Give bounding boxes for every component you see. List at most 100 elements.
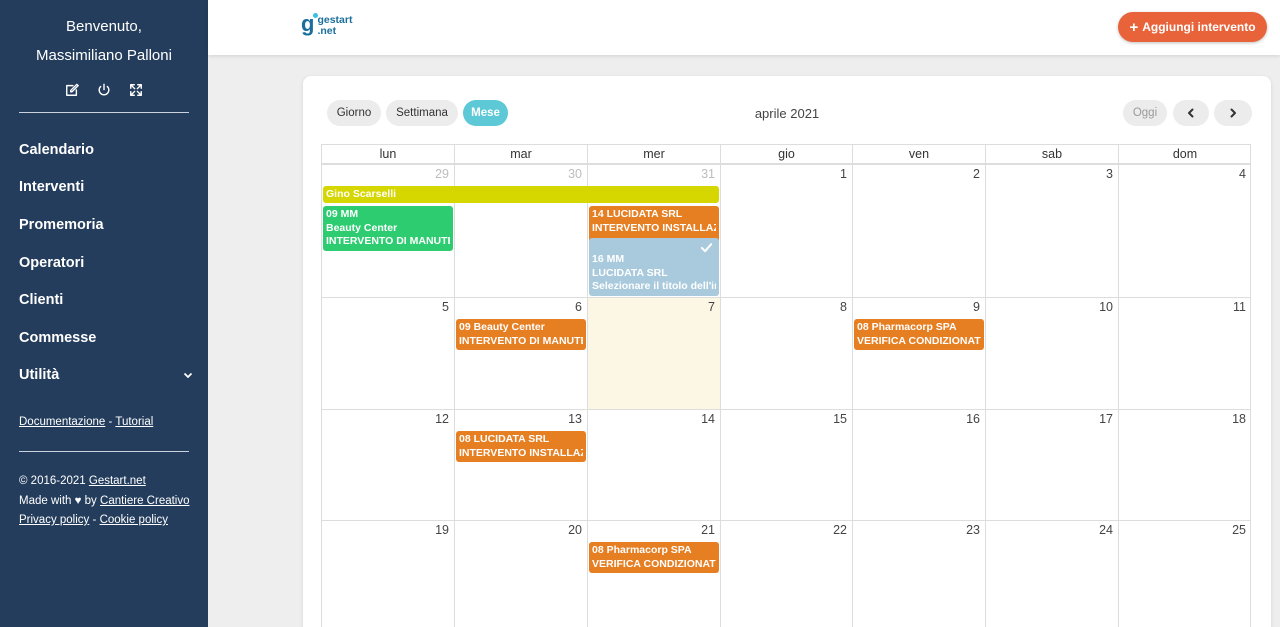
calendar-day-cell[interactable]: 20 — [454, 520, 587, 627]
calendar-day-cell[interactable]: 1 — [720, 164, 852, 297]
weekday-header-cell: dom — [1118, 144, 1251, 164]
event-text: INTERVENTO INSTALLAZIONE — [592, 221, 716, 234]
calendar-day-cell[interactable]: 19 — [321, 520, 454, 627]
view-week-button[interactable]: Settimana — [386, 100, 458, 126]
calendar-day-cell[interactable]: 17 — [985, 409, 1118, 520]
add-intervention-label: Aggiungi intervento — [1142, 20, 1256, 34]
event-text: 08 Pharmacorp SPA — [857, 321, 957, 333]
next-month-button[interactable] — [1214, 100, 1252, 126]
calendar-day-cell[interactable]: 22 — [720, 520, 852, 627]
calendar-day-cell[interactable]: 15 — [720, 409, 852, 520]
day-number: 10 — [1099, 300, 1113, 314]
calendar-event[interactable]: 08 Pharmacorp SPAVERIFICA CONDIZIONATORE — [854, 319, 984, 350]
author-link[interactable]: Cantiere Creativo — [100, 495, 189, 507]
sidebar-item-calendario[interactable]: Calendario — [0, 131, 208, 169]
add-intervention-button[interactable]: + Aggiungi intervento — [1118, 12, 1267, 42]
sidebar-item-operatori[interactable]: Operatori — [0, 244, 208, 282]
day-number: 25 — [1232, 523, 1246, 537]
day-number: 15 — [833, 412, 847, 426]
logo-text: gestart .net — [317, 14, 353, 37]
sidebar-tools — [0, 82, 208, 102]
view-month-button[interactable]: Mese — [463, 100, 508, 126]
logout-button[interactable] — [97, 83, 111, 102]
sidebar-item-label: Utilità — [19, 367, 60, 384]
sidebar-item-label: Clienti — [19, 292, 64, 309]
checkmark-icon — [700, 243, 713, 253]
sidebar-item-commesse[interactable]: Commesse — [0, 319, 208, 357]
sidebar-item-promemoria[interactable]: Promemoria — [0, 206, 208, 244]
documentation-link[interactable]: Documentazione — [19, 416, 105, 428]
view-day-button[interactable]: Giorno — [327, 100, 381, 126]
day-number: 18 — [1232, 412, 1246, 426]
calendar-day-cell[interactable]: 11 — [1118, 297, 1251, 409]
calendar-day-cell[interactable]: 13 — [454, 409, 587, 520]
day-number: 19 — [435, 523, 449, 537]
day-number: 24 — [1099, 523, 1113, 537]
calendar-day-cell[interactable]: 4 — [1118, 164, 1251, 297]
calendar-event[interactable]: 09 Beauty CenterINTERVENTO DI MANUTENZIO… — [456, 319, 586, 350]
calendar-event[interactable]: Gino Scarselli — [323, 186, 719, 203]
day-number: 11 — [1233, 300, 1246, 314]
calendar-day-cell[interactable]: 9 — [852, 297, 985, 409]
tutorial-link[interactable]: Tutorial — [115, 416, 153, 428]
sidebar-item-label: Calendario — [19, 141, 94, 158]
privacy-policy-link[interactable]: Privacy policy — [19, 514, 89, 526]
event-text: INTERVENTO DI MANUTENZIONE — [326, 235, 450, 247]
calendar-day-cell[interactable]: 21 — [587, 520, 720, 627]
sidebar-item-clienti[interactable]: Clienti — [0, 281, 208, 319]
calendar-day-cell[interactable]: 24 — [985, 520, 1118, 627]
calendar-day-cell[interactable]: 12 — [321, 409, 454, 520]
event-text: Selezionare il titolo dell'intervento — [592, 280, 716, 292]
calendar-day-cell-today[interactable]: 7 — [587, 297, 720, 409]
calendar-day-cell[interactable]: 23 — [852, 520, 985, 627]
edit-icon — [66, 83, 79, 96]
day-number: 6 — [575, 300, 582, 314]
chevron-down-icon — [183, 373, 193, 379]
calendar-day-cell[interactable]: 3 — [985, 164, 1118, 297]
day-number: 17 — [1099, 412, 1113, 426]
made-with-text: Made with — [19, 494, 72, 507]
help-links: Documentazione - Tutorial — [19, 416, 153, 428]
company-link[interactable]: Gestart.net — [89, 475, 146, 487]
sidebar: Benvenuto, Massimiliano Palloni Calendar… — [0, 0, 208, 627]
sidebar-item-label: Operatori — [19, 254, 85, 271]
weekday-header-cell: mar — [454, 144, 587, 164]
event-text: INTERVENTO INSTALLAZIONE — [459, 446, 583, 459]
event-text: Beauty Center — [326, 221, 398, 234]
today-button[interactable]: Oggi — [1123, 100, 1167, 126]
day-number: 8 — [840, 300, 847, 314]
sidebar-item-utilita[interactable]: Utilità — [0, 357, 208, 395]
calendar-day-cell[interactable]: 10 — [985, 297, 1118, 409]
main-navigation: Calendario Interventi Promemoria Operatori C… — [0, 131, 208, 394]
event-text: 08 Pharmacorp SPA — [592, 544, 692, 556]
calendar-day-cell[interactable]: 5 — [321, 297, 454, 409]
event-text: VERIFICA CONDIZIONATORE — [857, 334, 981, 347]
weekday-header: lun mar mer gio ven sab dom — [321, 144, 1251, 164]
sidebar-divider — [19, 112, 189, 113]
calendar-day-cell[interactable]: 8 — [720, 297, 852, 409]
cookie-policy-link[interactable]: Cookie policy — [100, 514, 168, 526]
day-number: 22 — [833, 523, 847, 537]
calendar-day-cell[interactable]: 6 — [454, 297, 587, 409]
weekday-header-cell: lun — [321, 144, 454, 164]
gestart-logo[interactable]: g gestart .net — [301, 13, 352, 36]
event-text: 09 MM — [326, 208, 359, 220]
edit-profile-button[interactable] — [65, 83, 79, 102]
calendar-day-cell[interactable]: 2 — [852, 164, 985, 297]
calendar-event[interactable]: 08 LUCIDATA SRLINTERVENTO INSTALLAZIONE — [456, 431, 586, 462]
calendar-event[interactable]: 16 MM LUCIDATA SRL Selezionare il titolo d… — [589, 238, 719, 296]
calendar-day-cell[interactable]: 14 — [587, 409, 720, 520]
calendar-day-cell[interactable]: 30 — [454, 164, 587, 297]
calendar-day-cell[interactable]: 18 — [1118, 409, 1251, 520]
user-name: Massimiliano Palloni — [36, 47, 172, 64]
fullscreen-button[interactable] — [129, 83, 143, 102]
calendar-day-cell[interactable]: 25 — [1118, 520, 1251, 627]
calendar-event[interactable]: 08 Pharmacorp SPAVERIFICA CONDIZIONATORE — [589, 542, 719, 573]
weekday-header-cell: mer — [587, 144, 720, 164]
previous-month-button[interactable] — [1173, 100, 1209, 126]
day-number: 31 — [701, 167, 715, 181]
sidebar-item-interventi[interactable]: Interventi — [0, 169, 208, 207]
calendar-event[interactable]: 09 MMBeauty CenterINTERVENTO DI MANUTENZ… — [323, 206, 453, 251]
calendar-day-cell[interactable]: 16 — [852, 409, 985, 520]
plus-icon: + — [1129, 18, 1139, 36]
